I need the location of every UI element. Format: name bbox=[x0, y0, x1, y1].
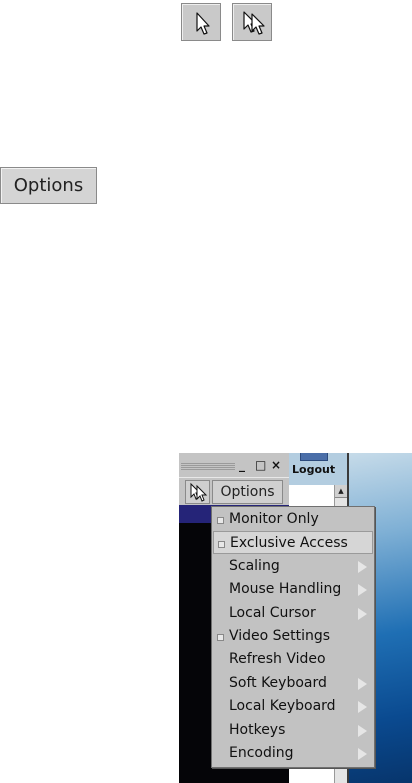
checkbox-icon bbox=[217, 634, 224, 641]
menu-item-scaling[interactable]: Scaling bbox=[213, 555, 373, 578]
menu-item-label: Scaling bbox=[229, 557, 280, 574]
single-cursor-button[interactable] bbox=[181, 3, 221, 41]
menu-item-label: Soft Keyboard bbox=[229, 674, 327, 691]
checkbox-icon bbox=[217, 517, 224, 524]
menu-item-label: Monitor Only bbox=[229, 511, 319, 527]
menu-item-mouse-handling[interactable]: Mouse Handling bbox=[213, 578, 373, 601]
title-bar: _ □ × bbox=[179, 453, 289, 477]
menu-item-label: Encoding bbox=[229, 745, 294, 761]
submenu-arrow-icon bbox=[358, 584, 367, 597]
submenu-arrow-icon bbox=[358, 560, 367, 573]
menu-item-exclusive-access[interactable]: Exclusive Access bbox=[213, 531, 373, 555]
maximize-icon[interactable]: □ bbox=[255, 458, 266, 472]
menu-item-label: Hotkeys bbox=[229, 721, 286, 738]
menu-item-soft-keyboard[interactable]: Soft Keyboard bbox=[213, 672, 373, 695]
submenu-arrow-icon bbox=[358, 748, 367, 760]
menu-item-label: Refresh Video bbox=[229, 651, 326, 668]
submenu-arrow-icon bbox=[358, 701, 367, 714]
logout-label[interactable]: Logout bbox=[292, 463, 335, 476]
scroll-up-arrow-icon[interactable]: ▲ bbox=[335, 485, 347, 498]
menu-item-label: Local Keyboard bbox=[229, 698, 336, 715]
menu-item-local-cursor[interactable]: Local Cursor bbox=[213, 602, 373, 625]
double-cursor-icon bbox=[243, 11, 265, 35]
menu-item-label: Local Cursor bbox=[229, 604, 316, 621]
title-bar-grip bbox=[181, 462, 235, 470]
toolbar-cursor-button[interactable] bbox=[185, 480, 210, 504]
menu-item-monitor-only[interactable]: Monitor Only bbox=[213, 508, 373, 531]
menu-item-refresh-video[interactable]: Refresh Video bbox=[213, 648, 373, 671]
submenu-arrow-icon bbox=[358, 607, 367, 620]
toolbar-options-button[interactable]: Options bbox=[212, 480, 283, 504]
options-button[interactable]: Options bbox=[0, 167, 97, 204]
menu-item-hotkeys[interactable]: Hotkeys bbox=[213, 719, 373, 742]
menu-item-encoding[interactable]: Encoding bbox=[213, 742, 373, 765]
options-menu: Monitor Only Exclusive Access Scaling Mouse… bbox=[211, 506, 375, 768]
close-icon[interactable]: × bbox=[271, 458, 281, 472]
double-cursor-icon bbox=[190, 482, 208, 502]
menu-item-local-keyboard[interactable]: Local Keyboard bbox=[213, 695, 373, 718]
arrow-cursor-icon bbox=[196, 12, 210, 35]
submenu-arrow-icon bbox=[358, 677, 367, 690]
menu-item-label: Exclusive Access bbox=[230, 535, 348, 552]
logout-icon[interactable] bbox=[300, 453, 328, 461]
toolbar: Options bbox=[179, 477, 289, 506]
submenu-arrow-icon bbox=[358, 724, 367, 737]
double-cursor-button[interactable] bbox=[232, 3, 272, 41]
menu-item-label: Video Settings bbox=[229, 628, 331, 644]
minimize-icon[interactable]: _ bbox=[239, 458, 245, 472]
menu-item-video-settings[interactable]: Video Settings bbox=[213, 625, 373, 648]
checkbox-icon bbox=[218, 541, 225, 549]
menu-item-label: Mouse Handling bbox=[229, 581, 342, 598]
